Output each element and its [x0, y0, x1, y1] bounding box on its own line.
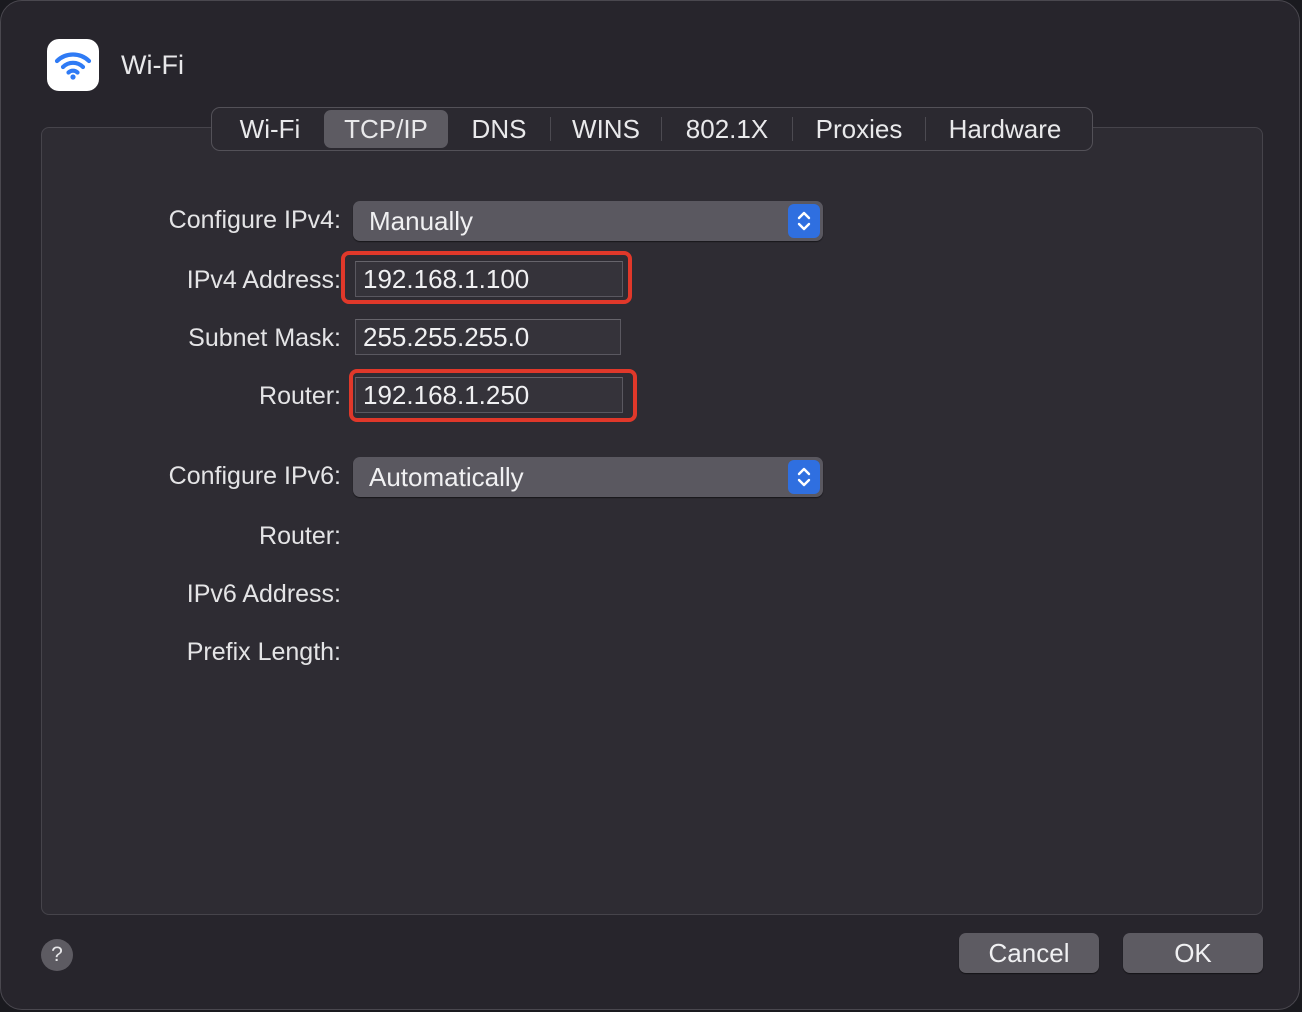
ipv4-address-label: IPv4 Address: [186, 266, 341, 294]
window-title: Wi-Fi [121, 50, 184, 80]
ok-button[interactable]: OK [1123, 933, 1263, 973]
tab-proxies[interactable]: Proxies [793, 110, 925, 148]
tab-8021x[interactable]: 802.1X [662, 110, 792, 148]
network-settings-window: Wi-Fi Wi-Fi TCP/IP DNS WINS 802.1X Proxi… [0, 0, 1300, 1010]
configure-ipv4-value: Manually [369, 206, 474, 236]
tab-wins[interactable]: WINS [551, 110, 661, 148]
ipv6-address-label: IPv6 Address: [186, 580, 341, 608]
configure-ipv4-label: Configure IPv4: [168, 206, 341, 234]
subnet-mask-field[interactable]: 255.255.255.0 [355, 319, 621, 355]
popup-stepper-icon [788, 460, 820, 494]
tab-bar: Wi-Fi TCP/IP DNS WINS 802.1X Proxies Har… [211, 107, 1093, 151]
help-button[interactable]: ? [41, 939, 73, 971]
prefix-length-label: Prefix Length: [186, 638, 341, 666]
wifi-app-icon [47, 39, 99, 91]
tab-dns[interactable]: DNS [448, 110, 550, 148]
configure-ipv6-value: Automatically [369, 462, 524, 492]
cancel-button[interactable]: Cancel [959, 933, 1099, 973]
popup-stepper-icon [788, 204, 820, 238]
ipv4-router-label: Router: [259, 382, 341, 410]
router-highlight [349, 369, 637, 422]
configure-ipv4-popup[interactable]: Manually [353, 201, 823, 241]
ipv6-router-label: Router: [259, 522, 341, 550]
tab-tcpip[interactable]: TCP/IP [324, 110, 448, 148]
wifi-icon [54, 52, 92, 80]
tab-wifi[interactable]: Wi-Fi [216, 110, 324, 148]
ipv4-address-highlight [341, 251, 632, 304]
tab-hardware[interactable]: Hardware [926, 110, 1084, 148]
configure-ipv6-popup[interactable]: Automatically [353, 457, 823, 497]
configure-ipv6-label: Configure IPv6: [168, 462, 341, 490]
subnet-mask-label: Subnet Mask: [188, 324, 341, 352]
